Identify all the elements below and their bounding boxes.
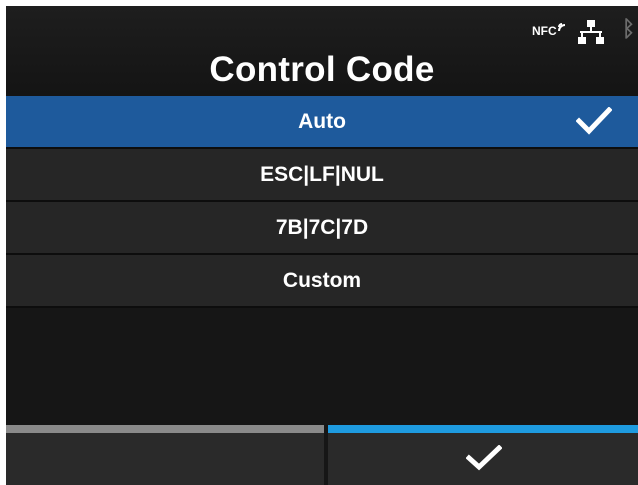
softkey-bar [6, 425, 638, 485]
confirm-softkey[interactable] [328, 425, 638, 485]
left-softkey[interactable] [6, 425, 324, 485]
checkmark-icon [466, 445, 502, 471]
list-item-label: Custom [282, 269, 362, 292]
list-item-label: 7B|7C|7D [275, 216, 369, 239]
page-title: Control Code [209, 50, 435, 89]
list-item-label: ESC|LF|NUL [260, 163, 384, 186]
bluetooth-icon: ᛒ [622, 16, 636, 41]
printer-screen: NFC ᛒ Control Code Auto ESC|LF|NUL 7B|7C… [6, 6, 638, 485]
list-item-auto[interactable]: Auto [6, 96, 638, 149]
left-softkey-indicator [6, 425, 324, 433]
list-item-7b-7c-7d[interactable]: 7B|7C|7D [6, 202, 638, 255]
checkmark-icon [576, 107, 612, 135]
right-softkey-indicator [328, 425, 638, 433]
nfc-signal-icon [558, 23, 566, 32]
nfc-icon: NFC [532, 24, 557, 38]
list-item-esc-lf-nul[interactable]: ESC|LF|NUL [6, 149, 638, 202]
option-list: Auto ESC|LF|NUL 7B|7C|7D Custom [6, 96, 638, 308]
list-item-custom[interactable]: Custom [6, 255, 638, 308]
network-icon [578, 20, 604, 44]
list-item-label: Auto [298, 110, 346, 133]
header: NFC ᛒ Control Code [6, 6, 638, 96]
